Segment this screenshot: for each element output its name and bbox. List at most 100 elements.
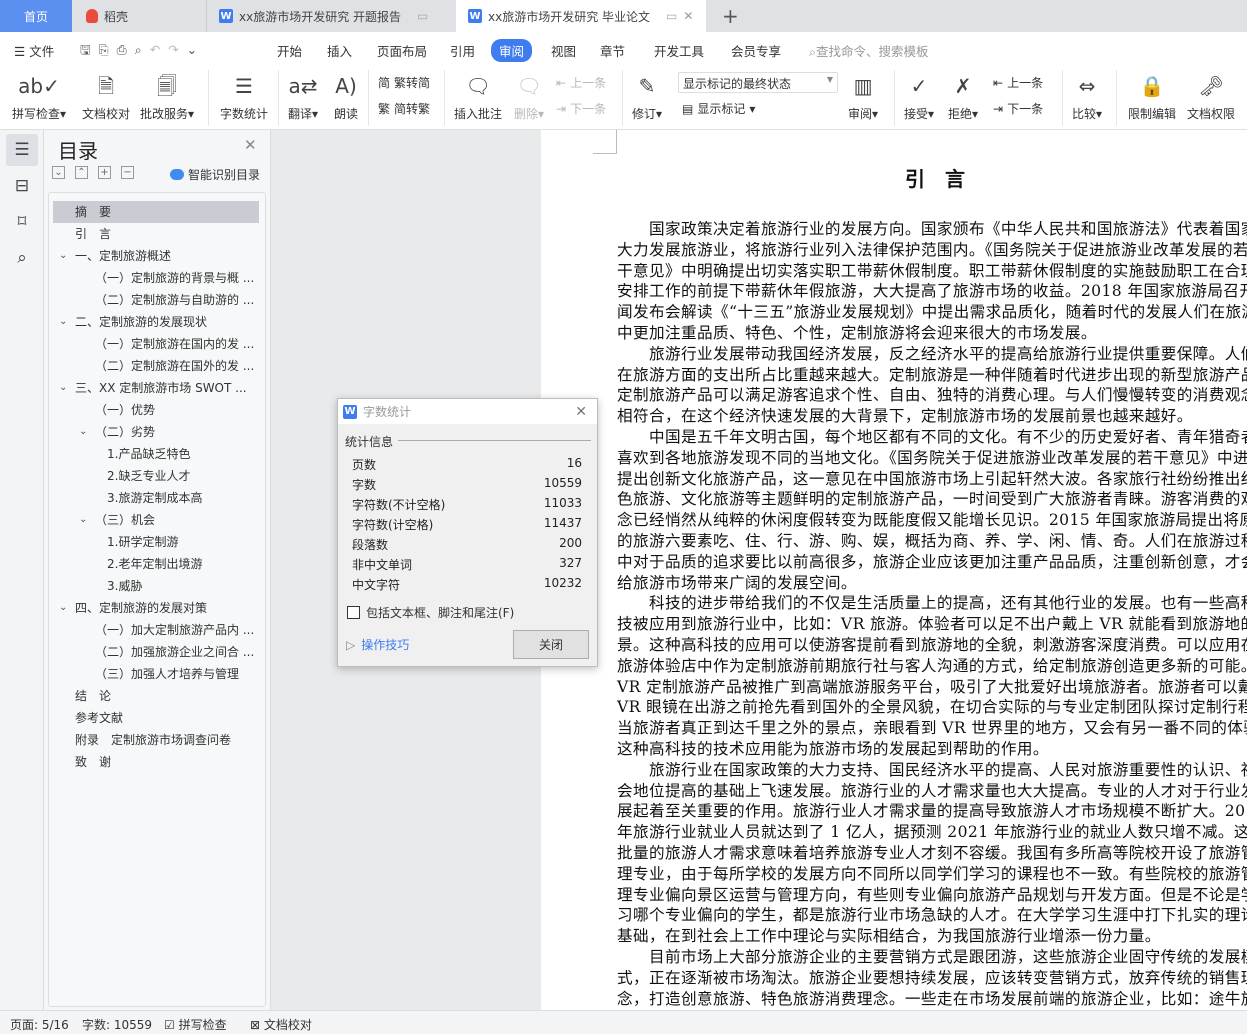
- chevron-down-icon[interactable]: ⌄: [59, 245, 67, 267]
- toc-item[interactable]: ⌄ 二、定制旅游的发展现状: [49, 311, 259, 333]
- tab-proposal[interactable]: Wxx旅游市场开发研究 开题报告 ▭: [206, 0, 454, 32]
- pin-icon[interactable]: ▭: [417, 9, 428, 23]
- toc-item[interactable]: （一）定制旅游的背景与概 ...: [49, 267, 259, 289]
- chevron-down-icon[interactable]: ⌄: [59, 377, 67, 399]
- chevron-down-icon[interactable]: ⌄: [59, 311, 67, 333]
- proofread-status[interactable]: ⊠ 文档校对: [250, 1016, 312, 1033]
- minus-icon[interactable]: −: [121, 166, 134, 179]
- toc-item[interactable]: （一）定制旅游在国内的发 ...: [49, 333, 259, 355]
- next-change-button[interactable]: ⇥ 下一条: [993, 100, 1043, 117]
- checkbox-box[interactable]: [347, 606, 360, 619]
- command-search[interactable]: ⌕查找命令、搜索模板: [809, 41, 929, 60]
- menu-layout[interactable]: 页面布局: [377, 41, 427, 60]
- show-markup-button[interactable]: ▤ 显示标记 ▾: [682, 100, 755, 117]
- markup-state-select[interactable]: 显示标记的最终状态 ▼: [678, 72, 838, 93]
- simp-to-trad-button[interactable]: 繁简转繁: [378, 100, 430, 117]
- toc-item[interactable]: （二）定制旅游与自助游的 ...: [49, 289, 259, 311]
- menu-view[interactable]: 视图: [551, 41, 576, 60]
- menu-developer[interactable]: 开发工具: [654, 41, 704, 60]
- close-button[interactable]: 关闭: [513, 630, 589, 659]
- next-comment-button[interactable]: ⇥ 下一条: [556, 100, 606, 117]
- toc-item[interactable]: ⌄ 三、XX 定制旅游市场 SWOT ...: [49, 377, 259, 399]
- plus-icon[interactable]: +: [98, 166, 111, 179]
- tab-home[interactable]: 首页: [0, 0, 72, 32]
- tab-docer[interactable]: 稻壳: [74, 0, 204, 32]
- toc-item[interactable]: ⌄ （三）机会: [49, 509, 259, 531]
- toc-item[interactable]: 2.缺乏专业人才: [49, 465, 259, 487]
- chevron-down-icon[interactable]: ⌄: [79, 509, 87, 531]
- word-count-status[interactable]: 字数: 10559: [82, 1016, 152, 1033]
- chevron-down-icon[interactable]: ⌄: [79, 421, 87, 443]
- bookmark-icon[interactable]: ⌑: [6, 206, 38, 238]
- toc-item[interactable]: （一）优势: [49, 399, 259, 421]
- tips-link[interactable]: ▷ 操作技巧: [346, 636, 409, 653]
- track-changes-button[interactable]: ✎ 修订▾: [632, 70, 662, 122]
- toc-item[interactable]: 1.研学定制游: [49, 531, 259, 553]
- review-pane-button[interactable]: ▥ 审阅▾: [848, 70, 878, 122]
- save-icon[interactable]: 🖫: [80, 42, 99, 57]
- page-indicator[interactable]: 页面: 5/16: [10, 1016, 69, 1033]
- toc-item[interactable]: 结 论: [49, 685, 259, 707]
- chevron-down-icon[interactable]: ⌄: [59, 597, 67, 619]
- toc-item[interactable]: ⌄ （二）劣势: [49, 421, 259, 443]
- read-aloud-button[interactable]: A) 朗读: [334, 70, 358, 122]
- toc-item[interactable]: 2.老年定制出境游: [49, 553, 259, 575]
- document-permission-button[interactable]: 🗝 文档权限: [1187, 70, 1235, 122]
- spell-check-status[interactable]: ☑ 拼写检查: [164, 1016, 227, 1033]
- toc-item[interactable]: ⌄ 四、定制旅游的发展对策: [49, 597, 259, 619]
- proofread-button[interactable]: 🗎 文档校对: [82, 70, 130, 122]
- toc-panel-icon[interactable]: ☰: [6, 134, 38, 166]
- file-menu[interactable]: ☰ 文件: [14, 41, 54, 60]
- navigation-icon[interactable]: ⊟: [6, 170, 38, 202]
- toc-item[interactable]: 1.产品缺乏特色: [49, 443, 259, 465]
- customize-icon[interactable]: ⌄: [187, 42, 205, 57]
- menu-references[interactable]: 引用: [450, 41, 475, 60]
- compare-button[interactable]: ⇔ 比较▾: [1072, 70, 1102, 122]
- delete-comment-button[interactable]: 🗨 删除▾: [514, 70, 544, 122]
- close-icon[interactable]: ✕: [575, 404, 587, 420]
- toc-item[interactable]: （二）定制旅游在国外的发 ...: [49, 355, 259, 377]
- tab-thesis[interactable]: Wxx旅游市场开发研究 毕业论文 ▭ ✕: [456, 0, 706, 32]
- correction-service-button[interactable]: 🗐 批改服务▾: [140, 70, 194, 122]
- insert-comment-button[interactable]: 🗨 插入批注: [454, 70, 502, 122]
- toc-item[interactable]: 参考文献: [49, 707, 259, 729]
- toc-item[interactable]: 3.旅游定制成本高: [49, 487, 259, 509]
- search-icon[interactable]: ⌕: [6, 242, 38, 274]
- accept-button[interactable]: ✓ 接受▾: [904, 70, 934, 122]
- new-tab-button[interactable]: +: [710, 0, 739, 32]
- close-sidebar-icon[interactable]: ✕: [244, 136, 257, 154]
- toc-item[interactable]: （一）加大定制旅游产品内 ...: [49, 619, 259, 641]
- spell-check-button[interactable]: ab✓ 拼写检查▾: [12, 70, 66, 122]
- smart-toc-button[interactable]: 智能识别目录: [170, 166, 260, 183]
- print-icon[interactable]: ⎙: [117, 42, 135, 57]
- format-painter-icon[interactable]: ⎘: [99, 42, 117, 57]
- menu-section[interactable]: 章节: [600, 41, 625, 60]
- menu-review[interactable]: 审阅: [491, 39, 533, 62]
- preview-icon[interactable]: ⌕: [135, 42, 150, 57]
- toc-item[interactable]: （二）加强旅游企业之间合 ...: [49, 641, 259, 663]
- undo-icon[interactable]: ↶: [150, 42, 168, 57]
- toc-item[interactable]: 附录 定制旅游市场调查问卷: [49, 729, 259, 751]
- menu-member[interactable]: 会员专享: [731, 41, 781, 60]
- restrict-editing-button[interactable]: 🔒 限制编辑: [1128, 70, 1176, 122]
- reject-button[interactable]: ✗ 拒绝▾: [948, 70, 978, 122]
- redo-icon[interactable]: ↷: [168, 42, 186, 57]
- expand-icon[interactable]: ⌄: [52, 166, 65, 179]
- toc-item[interactable]: 3.威胁: [49, 575, 259, 597]
- toc-item[interactable]: 引 言: [49, 223, 259, 245]
- toc-item[interactable]: 致 谢: [49, 751, 259, 773]
- toc-item[interactable]: （三）加强人才培养与管理: [49, 663, 259, 685]
- trad-to-simp-button[interactable]: 简繁转简: [378, 74, 430, 91]
- prev-change-button[interactable]: ⇤ 上一条: [993, 74, 1043, 91]
- menu-start[interactable]: 开始: [277, 41, 302, 60]
- collapse-icon[interactable]: ⌃: [75, 166, 88, 179]
- close-tab-icon[interactable]: ✕: [683, 9, 693, 23]
- toc-item[interactable]: ⌄ 一、定制旅游概述: [49, 245, 259, 267]
- translate-button[interactable]: a⇄ 翻译▾: [288, 70, 318, 122]
- include-textbox-checkbox[interactable]: 包括文本框、脚注和尾注(F): [347, 604, 514, 621]
- dialog-titlebar[interactable]: W 字数统计 ✕: [338, 399, 597, 424]
- prev-comment-button[interactable]: ⇤ 上一条: [556, 74, 606, 91]
- word-count-button[interactable]: ☰ 字数统计: [220, 70, 268, 122]
- pin-icon[interactable]: ▭: [666, 9, 677, 23]
- toc-item[interactable]: 摘 要: [53, 201, 259, 223]
